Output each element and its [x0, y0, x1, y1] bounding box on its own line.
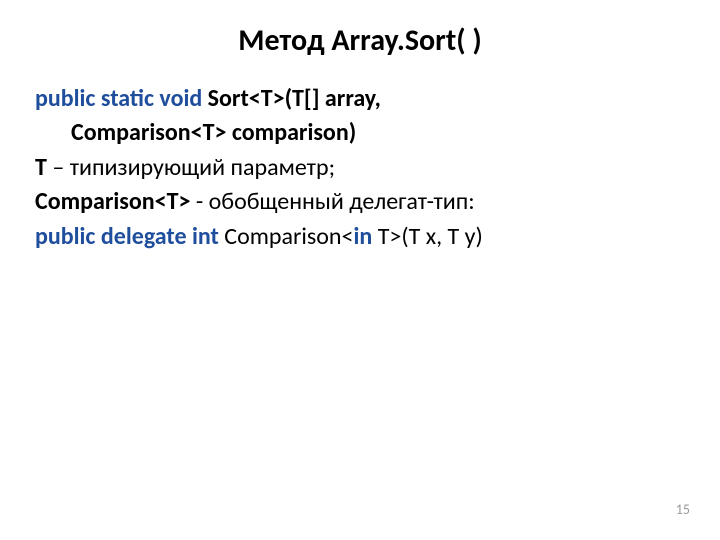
slide-content: public static void Sort<T>(T[] array, Co…: [35, 83, 685, 253]
keyword-public-static-void: public static void: [35, 84, 202, 113]
keyword-in: in: [353, 222, 372, 251]
slide: Метод Array.Sort( ) public static void S…: [0, 0, 720, 540]
desc-text: – типизирующий параметр;: [47, 153, 335, 182]
code-text: Comparison<: [219, 222, 354, 251]
code-line-2: Comparison<T> comparison): [35, 117, 685, 149]
code-line-1: public static void Sort<T>(T[] array,: [35, 83, 685, 115]
comparison-type: Comparison<T>: [35, 187, 190, 216]
slide-title: Метод Array.Sort( ): [35, 22, 685, 59]
page-number: 15: [676, 501, 690, 518]
desc-text: - обобщенный делегат-тип:: [190, 187, 474, 216]
code-text: T>(T x, T y): [372, 222, 483, 251]
text-line-3: T – типизирующий параметр;: [35, 152, 685, 184]
text-line-4: Comparison<T> - обобщенный делегат-тип:: [35, 186, 685, 218]
keyword-public-delegate-int: public delegate int: [35, 222, 219, 251]
code-line-5: public delegate int Comparison<in T>(T x…: [35, 221, 685, 253]
type-param-t: T: [35, 153, 47, 182]
code-text: Sort<T>(T[] array,: [202, 84, 381, 113]
